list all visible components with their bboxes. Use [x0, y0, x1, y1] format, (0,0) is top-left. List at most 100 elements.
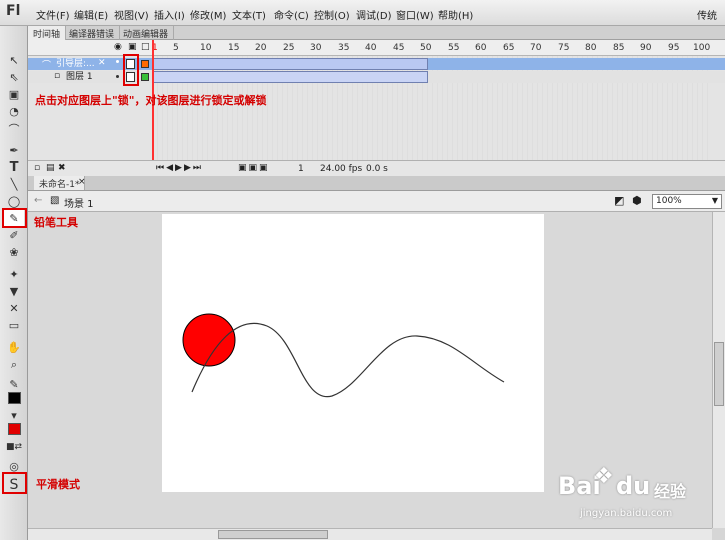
line-tool-icon[interactable]: ╲	[4, 176, 24, 193]
timeline-controls: ▫ ▤ ✖ ⏮◀▶▶⏭ ▣▣▣ 1 24.00 fps 0.0 s	[28, 160, 725, 176]
hand-tool-icon[interactable]: ✋	[4, 339, 24, 356]
3d-rotation-tool-icon[interactable]: ◔	[4, 103, 24, 120]
free-transform-tool-icon[interactable]: ▣	[4, 86, 24, 103]
frame-number: 95	[668, 43, 680, 53]
frame-number: 80	[585, 43, 597, 53]
watermark-url: jingyan.baidu.com	[580, 508, 673, 519]
layer-icon: ▫	[54, 71, 61, 81]
menu-view[interactable]: 视图(V)	[114, 7, 149, 22]
bone-tool-icon[interactable]: ✦	[4, 266, 24, 283]
frame-number: 75	[558, 43, 570, 53]
annotation-smooth: 平滑模式	[36, 478, 80, 491]
frame-number: 70	[530, 43, 542, 53]
frame-number: 40	[365, 43, 377, 53]
menu-control[interactable]: 控制(O)	[314, 7, 350, 22]
stage-drawing	[182, 313, 505, 398]
tools-panel: ↖ ⇖ ▣ ◔ ⌒ ✒ T ╲ ◯ ✎ ✐ ❀ ✦ ▼ ✕ ▭ ✋ ⌕ ✎ ▾ …	[0, 26, 28, 540]
frame-rate: 24.00 fps	[320, 164, 363, 174]
stroke-color-icon[interactable]: ✎	[4, 376, 24, 393]
fill-color-icon[interactable]: ▾	[4, 407, 24, 424]
frame-number: 35	[338, 43, 350, 53]
selection-tool-icon[interactable]: ↖	[4, 52, 24, 69]
brush-tool-icon[interactable]: ✐	[4, 227, 24, 244]
menu-bar: Fl 文件(F) 编辑(E) 视图(V) 插入(I) 修改(M) 文本(T) 命…	[0, 0, 725, 26]
pencil-highlight-box	[2, 208, 27, 228]
scene-name[interactable]: 场景 1	[64, 195, 94, 210]
edit-symbols-icon[interactable]: ⬢	[632, 194, 642, 207]
close-icon[interactable]: ×	[78, 177, 86, 187]
pencil-edit-icon: ✕	[98, 58, 106, 68]
outline-color-icon[interactable]	[141, 73, 149, 81]
menu-modify[interactable]: 修改(M)	[190, 7, 226, 22]
tab-compiler-errors[interactable]: 编译器错误	[64, 26, 121, 40]
frame-number: 100	[693, 43, 711, 53]
frame-number: 25	[283, 43, 295, 53]
menu-help[interactable]: 帮助(H)	[438, 7, 473, 22]
zoom-value: 100%	[656, 196, 682, 206]
menu-edit[interactable]: 编辑(E)	[74, 7, 108, 22]
eye-icon[interactable]: ◉	[114, 42, 122, 52]
edit-scene-icon[interactable]: ◩	[614, 194, 624, 207]
outline-all-icon[interactable]: □	[141, 42, 150, 52]
frame-span-layer[interactable]	[152, 71, 428, 83]
fill-color-swatch[interactable]	[8, 423, 21, 435]
tab-timeline[interactable]: 时间轴	[28, 26, 67, 40]
zoom-tool-icon[interactable]: ⌕	[4, 356, 24, 373]
new-layer-icon[interactable]: ▫	[34, 163, 40, 173]
horizontal-scroll-thumb[interactable]	[218, 530, 328, 539]
chevron-down-icon: ▼	[711, 196, 718, 205]
watermark-suffix: 经验	[654, 482, 687, 501]
stage-canvas[interactable]	[162, 214, 544, 492]
annotation-pencil: 铅笔工具	[34, 216, 78, 229]
pen-tool-icon[interactable]: ✒	[4, 142, 24, 159]
layer-name[interactable]: 引导层:...	[56, 58, 95, 70]
paint-bucket-tool-icon[interactable]: ▼	[4, 283, 24, 300]
eraser-tool-icon[interactable]: ▭	[4, 317, 24, 334]
new-folder-icon[interactable]: ▤	[46, 163, 55, 173]
swap-colors-icon[interactable]: ■⇄	[4, 438, 24, 455]
menu-window[interactable]: 窗口(W)	[396, 7, 434, 22]
flash-logo: Fl	[6, 3, 21, 19]
frame-number: 60	[475, 43, 487, 53]
layer-name[interactable]: 图层 1	[66, 71, 93, 83]
frame-number: 65	[503, 43, 515, 53]
guide-curve-path[interactable]	[191, 322, 505, 398]
tab-motion-editor[interactable]: 动画编辑器	[118, 26, 175, 40]
frame-number: 50	[420, 43, 432, 53]
zoom-select[interactable]: 100% ▼	[652, 194, 722, 209]
visibility-dot[interactable]	[116, 60, 119, 63]
guide-layer-icon: ⌒	[42, 61, 52, 71]
baidu-watermark: Bai ❖ du 经验 jingyan.baidu.com	[558, 462, 718, 532]
lock-all-icon[interactable]: ▣	[128, 42, 137, 52]
onion-skin-icon[interactable]: ▣▣▣	[238, 163, 270, 173]
visibility-dot[interactable]	[116, 75, 119, 78]
menu-text[interactable]: 文本(T)	[232, 7, 266, 22]
text-tool-icon[interactable]: T	[4, 159, 24, 176]
annotation-lock: 点击对应图层上"锁"，对该图层进行锁定或解锁	[35, 94, 267, 107]
playback-controls-icon[interactable]: ⏮◀▶▶⏭	[156, 163, 203, 173]
menu-file[interactable]: 文件(F)	[36, 7, 70, 22]
stroke-color-swatch[interactable]	[8, 392, 21, 404]
lasso-tool-icon[interactable]: ⌒	[4, 120, 24, 137]
document-tabs: 未命名-1* ×	[28, 176, 725, 191]
subselection-tool-icon[interactable]: ⇖	[4, 69, 24, 86]
menu-debug[interactable]: 调试(D)	[356, 7, 392, 22]
timeline-tabs: 时间轴 编译器错误 动画编辑器	[28, 26, 725, 40]
frame-number: 45	[393, 43, 405, 53]
elapsed-time: 0.0 s	[366, 164, 388, 174]
smooth-mode-highlight-box	[2, 472, 27, 494]
menu-commands[interactable]: 命令(C)	[274, 7, 309, 22]
workspace-switcher[interactable]: 传统	[697, 7, 717, 22]
eyedropper-tool-icon[interactable]: ✕	[4, 300, 24, 317]
back-arrow-icon[interactable]: ←	[34, 195, 42, 206]
frame-span-guide[interactable]	[152, 58, 428, 70]
frame-number: 5	[173, 43, 179, 53]
vertical-scroll-thumb[interactable]	[714, 342, 724, 406]
deco-tool-icon[interactable]: ❀	[4, 244, 24, 261]
frame-number: 85	[613, 43, 625, 53]
outline-color-icon[interactable]	[141, 60, 149, 68]
watermark-brand2: du	[616, 472, 651, 500]
delete-layer-icon[interactable]: ✖	[58, 163, 66, 173]
paw-icon: ❖	[594, 464, 614, 489]
menu-insert[interactable]: 插入(I)	[154, 7, 185, 22]
